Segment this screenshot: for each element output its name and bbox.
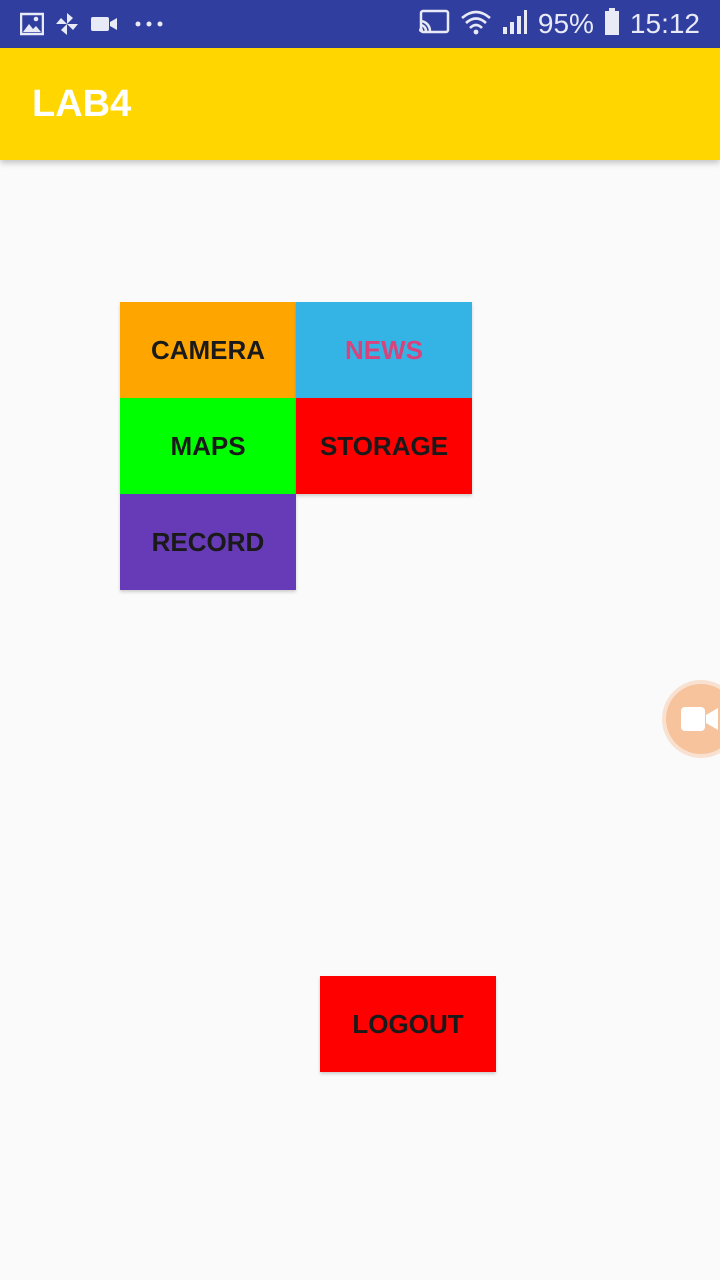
logout-button[interactable]: LOGOUT xyxy=(320,976,496,1072)
maps-button-label: MAPS xyxy=(170,430,246,461)
record-button[interactable]: RECORD xyxy=(120,494,296,590)
battery-icon xyxy=(604,7,620,41)
news-button-label: NEWS xyxy=(345,334,423,365)
logout-button-label: LOGOUT xyxy=(352,1008,464,1039)
battery-percent: 95% xyxy=(537,8,594,39)
cast-icon xyxy=(418,9,450,40)
maps-button[interactable]: MAPS xyxy=(120,398,296,494)
wifi-icon xyxy=(460,9,492,40)
signal-icon xyxy=(502,9,528,40)
image-icon xyxy=(19,12,45,41)
floating-camera-button[interactable] xyxy=(666,684,720,754)
camera-button-label: CAMERA xyxy=(150,334,266,365)
camera-button[interactable]: CAMERA xyxy=(120,302,296,398)
storage-button[interactable]: STORAGE xyxy=(296,398,472,494)
more-dots-icon xyxy=(134,14,164,39)
pinwheel-icon xyxy=(55,12,79,41)
app-bar: LAB4 xyxy=(0,48,720,160)
clock: 15:12 xyxy=(629,8,700,39)
status-bar: 95% 15:12 xyxy=(0,0,720,48)
storage-button-label: STORAGE xyxy=(319,430,449,461)
video-icon xyxy=(90,12,118,41)
video-camera-icon xyxy=(680,704,720,739)
app-title: LAB4 xyxy=(32,83,132,125)
news-button[interactable]: NEWS xyxy=(296,302,472,398)
record-button-label: RECORD xyxy=(151,526,265,557)
